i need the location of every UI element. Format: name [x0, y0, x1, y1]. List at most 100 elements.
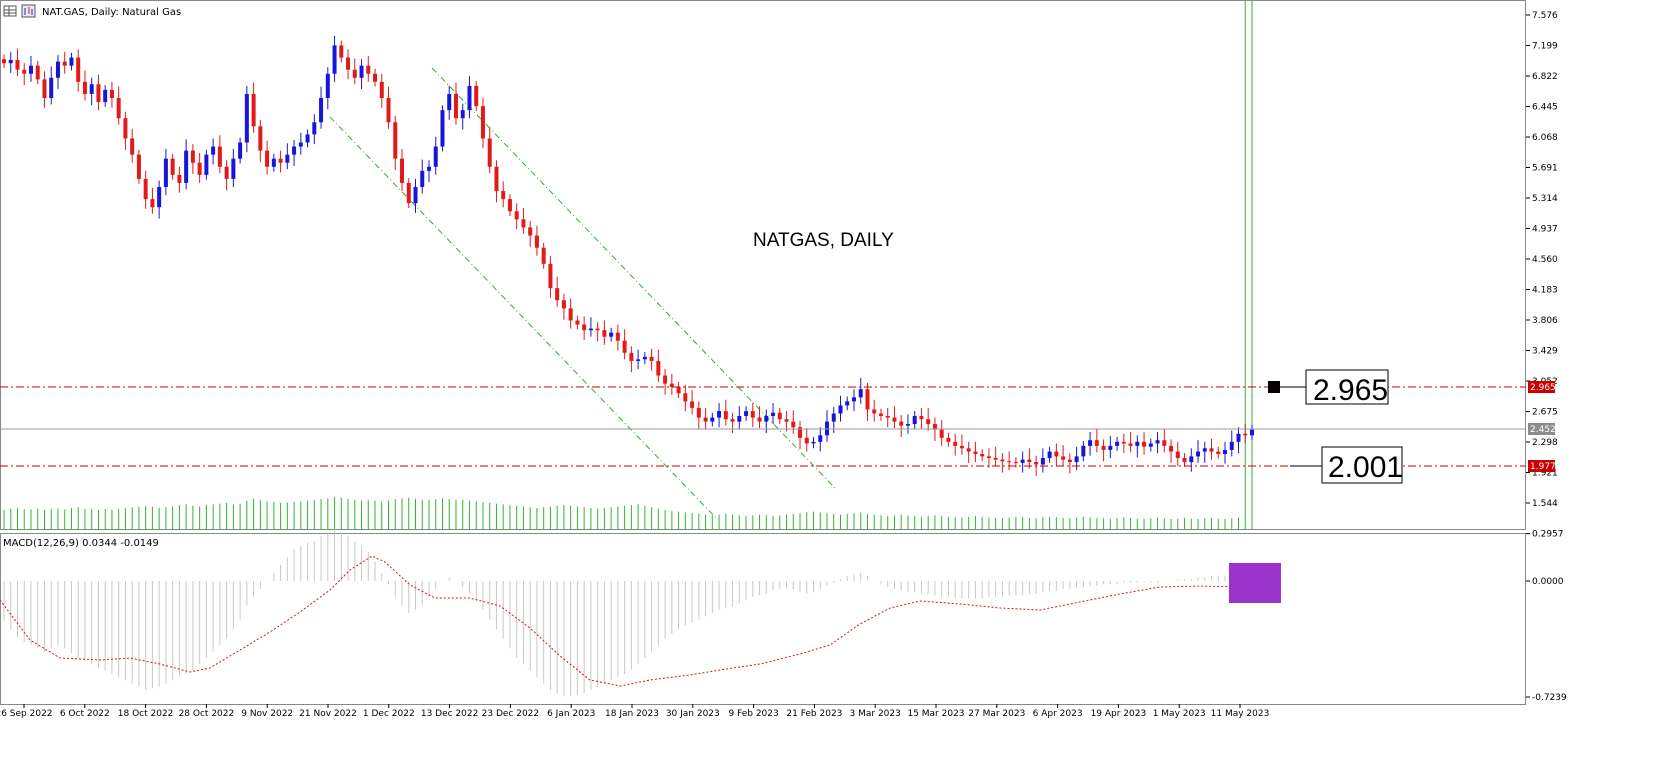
candle-body [366, 65, 371, 74]
candle-body [966, 448, 971, 452]
date-axis-label: 23 Dec 2022 [482, 709, 540, 719]
candle-body [170, 158, 175, 175]
date-axis-label: 1 May 2023 [1153, 709, 1206, 719]
date-axis-label: 6 Apr 2023 [1033, 709, 1083, 719]
candle-body [690, 401, 695, 408]
candle-body [980, 453, 985, 457]
candle-body [737, 415, 742, 422]
candle-body [1094, 440, 1099, 446]
svg-text:1.977: 1.977 [1530, 462, 1556, 472]
date-axis-label: 13 Dec 2022 [421, 709, 479, 719]
date-axis-label: 1 Dec 2022 [363, 709, 415, 719]
candle-body [352, 69, 357, 78]
candle-body [892, 417, 897, 422]
candle-body [285, 154, 290, 163]
support-callout-text: 2.001 [1328, 451, 1403, 484]
candle-body [939, 429, 944, 438]
candle-body [1040, 458, 1045, 465]
svg-text:2.452: 2.452 [1530, 425, 1556, 435]
candle-body [777, 412, 782, 420]
candle-body [683, 393, 688, 402]
candle-body [1223, 449, 1228, 454]
candle-body [82, 81, 87, 94]
candle-body [116, 98, 121, 119]
candle-body [905, 424, 910, 426]
price-axis-label: 4.937 [1532, 225, 1558, 235]
candle-body [1081, 445, 1086, 457]
macd-title: MACD(12,26,9) 0.0344 -0.0149 [3, 538, 159, 549]
candle-body [157, 186, 162, 208]
date-axis-label: 6 Jan 2023 [547, 709, 595, 719]
candle-body [784, 419, 789, 422]
candle-body [838, 405, 843, 414]
candle-body [858, 389, 863, 398]
channel-lower-line [329, 116, 719, 521]
candle-body [588, 328, 593, 331]
candle-body [89, 84, 94, 94]
candle-body [771, 412, 776, 416]
price-axis-label: 4.560 [1532, 255, 1558, 265]
candle-body [1115, 441, 1120, 446]
resistance-callout: 2.965 [1268, 369, 1389, 407]
candle-body [912, 415, 917, 425]
candle-body [136, 154, 141, 179]
candle-body [1209, 448, 1214, 452]
candle-body [393, 122, 398, 159]
candle-body [642, 356, 647, 360]
candle-body [717, 411, 722, 418]
candle-body [629, 352, 634, 361]
candle-body [420, 170, 425, 187]
candle-body [851, 397, 856, 402]
candle-body [1108, 445, 1113, 450]
candle-body [1027, 459, 1032, 463]
current-price-tag: 2.452 [1528, 423, 1556, 435]
candle-body [109, 89, 114, 99]
date-axis-label: 19 Apr 2023 [1091, 709, 1147, 719]
chart-annotation: NATGAS, DAILY [753, 230, 894, 251]
candle-body [1061, 456, 1066, 460]
date-axis-label: 21 Feb 2023 [786, 709, 842, 719]
candle-body [28, 65, 33, 74]
window-icons[interactable] [3, 4, 36, 18]
price-axis-label: 5.691 [1532, 164, 1558, 174]
macd-histogram [3, 529, 1240, 697]
candle-body [791, 421, 796, 428]
table-icon[interactable] [3, 5, 17, 17]
candle-body [130, 138, 135, 155]
candle-body [49, 77, 54, 99]
candle-body [831, 413, 836, 422]
trend-channel [329, 67, 836, 521]
candle-body [406, 182, 411, 204]
macd-axis-label: 0.2957 [1532, 530, 1564, 540]
candle-body [926, 419, 931, 425]
candle-body [541, 247, 546, 264]
channel-upper-line [431, 67, 836, 489]
date-axis-label: 3 Mar 2023 [850, 709, 901, 719]
candle-body [69, 57, 74, 66]
candle-body [1101, 445, 1106, 450]
price-axis-label: 2.675 [1532, 408, 1558, 418]
candle-body [696, 407, 701, 418]
candle-body [487, 138, 492, 167]
candle-body [197, 162, 202, 175]
price-axis-label: 2.298 [1532, 438, 1558, 448]
candle-body [582, 324, 587, 331]
price-panel-frame [0, 0, 1526, 530]
candle-body [35, 65, 40, 80]
price-axis-label: 6.445 [1532, 103, 1558, 113]
candle-body [885, 415, 890, 418]
candle-body [1189, 456, 1194, 463]
candle-body [973, 451, 978, 454]
candle-body [42, 79, 47, 99]
candle-body [750, 411, 755, 418]
candle-body [103, 89, 108, 103]
candle-body [744, 411, 749, 416]
candle-body [204, 154, 209, 175]
candle-body [865, 389, 870, 410]
candle-body [224, 166, 229, 179]
macd-highlight-marker [1229, 563, 1281, 603]
candle-body [514, 211, 519, 220]
candles [2, 35, 1254, 476]
candle-body [177, 174, 182, 183]
candle-body [1148, 443, 1153, 447]
